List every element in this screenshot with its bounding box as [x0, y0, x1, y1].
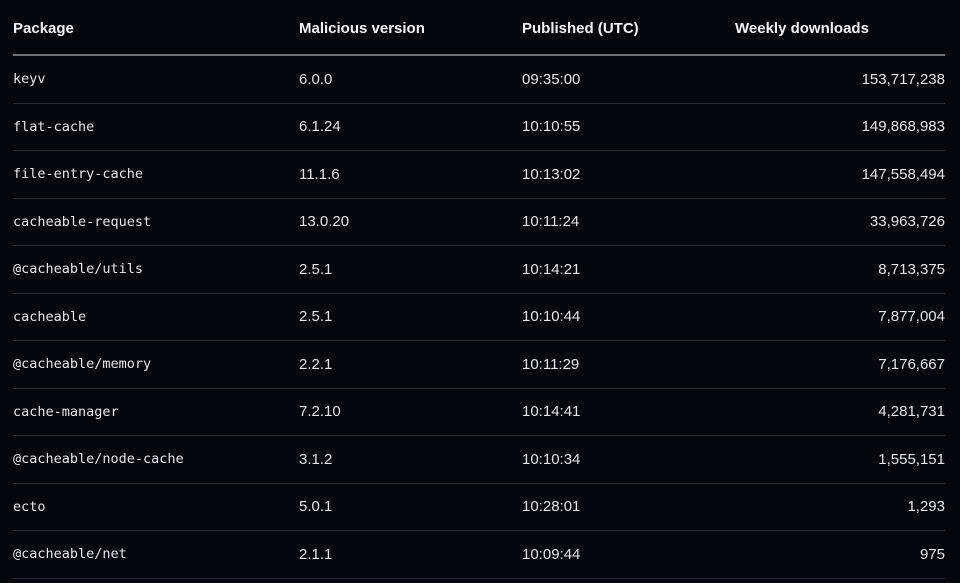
- table-row: flat-cache 6.1.24 10:10:55 149,868,983: [13, 103, 945, 151]
- package-name: cache-manager: [13, 388, 299, 436]
- package-name: file-entry-cache: [13, 150, 299, 199]
- malicious-version: 2.5.1: [299, 245, 522, 294]
- weekly-downloads: 7,176,667: [735, 340, 945, 389]
- table-row: cacheable 2.5.1 10:10:44 7,877,004: [13, 293, 945, 341]
- packages-table: Package Malicious version Published (UTC…: [13, 0, 945, 579]
- weekly-downloads: 1,555,151: [735, 435, 945, 484]
- published-time: 09:35:00: [522, 55, 735, 104]
- header-package: Package: [13, 0, 299, 56]
- published-time: 10:11:29: [522, 340, 735, 389]
- malicious-version: 3.1.2: [299, 435, 522, 484]
- weekly-downloads: 149,868,983: [735, 103, 945, 151]
- malicious-version: 6.1.24: [299, 103, 522, 151]
- weekly-downloads: 975: [735, 530, 945, 579]
- weekly-downloads: 147,558,494: [735, 150, 945, 199]
- table-row: @cacheable/memory 2.2.1 10:11:29 7,176,6…: [13, 340, 945, 389]
- package-name: @cacheable/node-cache: [13, 435, 299, 484]
- malicious-version: 2.1.1: [299, 530, 522, 579]
- published-time: 10:13:02: [522, 150, 735, 199]
- weekly-downloads: 4,281,731: [735, 388, 945, 436]
- table-row: keyv 6.0.0 09:35:00 153,717,238: [13, 55, 945, 104]
- published-time: 10:28:01: [522, 483, 735, 531]
- weekly-downloads: 7,877,004: [735, 293, 945, 341]
- packages-table-container: Package Malicious version Published (UTC…: [13, 0, 945, 579]
- published-time: 10:14:21: [522, 245, 735, 294]
- table-row: @cacheable/net 2.1.1 10:09:44 975: [13, 530, 945, 579]
- package-name: cacheable: [13, 293, 299, 341]
- malicious-version: 11.1.6: [299, 150, 522, 199]
- package-name: @cacheable/utils: [13, 245, 299, 294]
- header-malicious-version: Malicious version: [299, 0, 522, 56]
- malicious-version: 6.0.0: [299, 55, 522, 104]
- malicious-version: 2.2.1: [299, 340, 522, 389]
- published-time: 10:10:55: [522, 103, 735, 151]
- published-time: 10:10:34: [522, 435, 735, 484]
- package-name: cacheable-request: [13, 198, 299, 246]
- table-row: cache-manager 7.2.10 10:14:41 4,281,731: [13, 388, 945, 436]
- malicious-version: 7.2.10: [299, 388, 522, 436]
- table-row: file-entry-cache 11.1.6 10:13:02 147,558…: [13, 150, 945, 199]
- published-time: 10:14:41: [522, 388, 735, 436]
- malicious-version: 2.5.1: [299, 293, 522, 341]
- published-time: 10:10:44: [522, 293, 735, 341]
- table-header: Package Malicious version Published (UTC…: [13, 0, 945, 56]
- malicious-version: 5.0.1: [299, 483, 522, 531]
- package-name: keyv: [13, 55, 299, 104]
- published-time: 10:09:44: [522, 530, 735, 579]
- published-time: 10:11:24: [522, 198, 735, 246]
- package-name: @cacheable/memory: [13, 340, 299, 389]
- header-row: Package Malicious version Published (UTC…: [13, 0, 945, 56]
- package-name: @cacheable/net: [13, 530, 299, 579]
- weekly-downloads: 1,293: [735, 483, 945, 531]
- weekly-downloads: 8,713,375: [735, 245, 945, 294]
- weekly-downloads: 153,717,238: [735, 55, 945, 104]
- weekly-downloads: 33,963,726: [735, 198, 945, 246]
- header-published-utc: Published (UTC): [522, 0, 735, 56]
- table-row: cacheable-request 13.0.20 10:11:24 33,96…: [13, 198, 945, 246]
- package-name: ecto: [13, 483, 299, 531]
- malicious-version: 13.0.20: [299, 198, 522, 246]
- table-body: keyv 6.0.0 09:35:00 153,717,238 flat-cac…: [13, 55, 945, 579]
- package-name: flat-cache: [13, 103, 299, 151]
- table-row: ecto 5.0.1 10:28:01 1,293: [13, 483, 945, 531]
- table-row: @cacheable/utils 2.5.1 10:14:21 8,713,37…: [13, 245, 945, 294]
- table-row: @cacheable/node-cache 3.1.2 10:10:34 1,5…: [13, 435, 945, 484]
- header-weekly-downloads: Weekly downloads: [735, 0, 945, 56]
